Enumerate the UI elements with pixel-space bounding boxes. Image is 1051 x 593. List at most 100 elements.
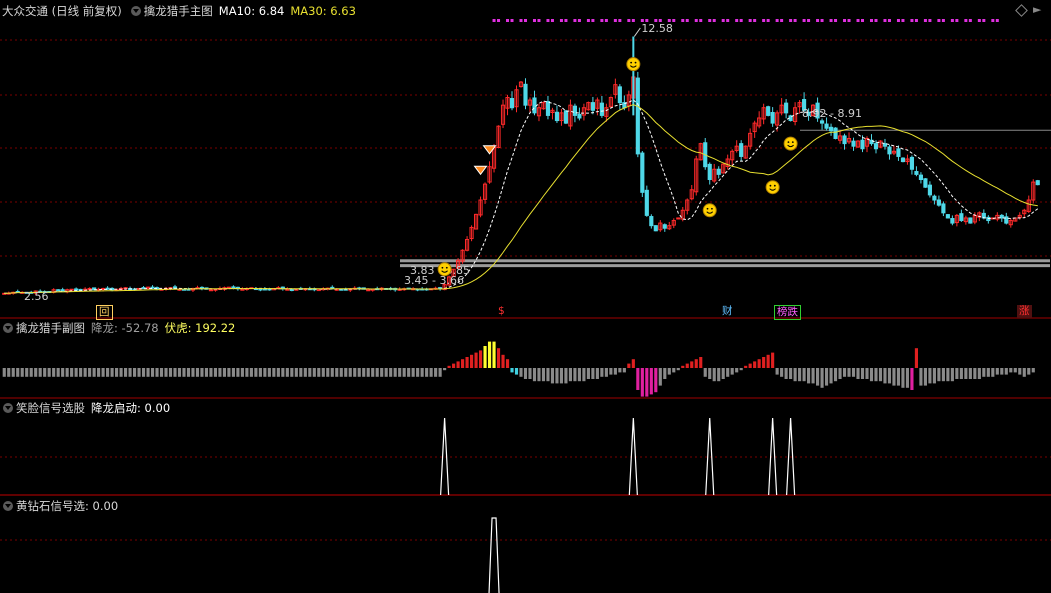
sub1-bar (838, 368, 842, 379)
candle-body (258, 288, 263, 291)
sub1-bar (550, 368, 555, 384)
signal-dot (982, 19, 986, 22)
sub1-bar (366, 368, 370, 377)
sub1-bar (726, 368, 730, 377)
sub1-bar (613, 368, 617, 375)
signal-dot (869, 19, 873, 22)
arrow-button-icon[interactable]: ► (1033, 4, 1041, 16)
sub3-dropdown-icon[interactable] (3, 501, 13, 511)
sub1-bar (150, 368, 155, 377)
sub1-bar (348, 368, 352, 377)
signal-dot (977, 19, 981, 22)
sub1-label1: 降龙: -52.78 (91, 321, 159, 335)
sub1-bar (177, 368, 182, 377)
sub1-bar (928, 368, 932, 384)
sub1-bar (357, 368, 361, 377)
sub1-bar (717, 368, 721, 382)
signal-dot (802, 19, 806, 22)
sub2-dropdown-icon[interactable] (3, 403, 13, 413)
candle-body (914, 171, 919, 175)
sub1-bar (856, 368, 860, 379)
sub1-bar (447, 365, 451, 368)
sub1-bar (258, 368, 262, 377)
sub1-bar (245, 368, 249, 377)
band-lower-label: 3.45 - 3.66 (404, 274, 464, 287)
event-mark-zhang[interactable]: 涨 (1017, 305, 1032, 318)
candle-body (635, 77, 640, 155)
sub1-bar (146, 368, 150, 377)
sub1-bar (20, 368, 24, 377)
candle-body (554, 111, 560, 122)
candle-body (932, 195, 937, 201)
smiley-eye (787, 141, 790, 144)
sub2-header: 笑脸信号选股 降龙启动: 0.00 (0, 400, 176, 416)
sub1-bar (869, 368, 874, 382)
candle-body (599, 102, 604, 116)
sub1-bar (645, 368, 649, 397)
candle-body (649, 216, 654, 227)
signal-dot (991, 19, 995, 22)
candle-body (1035, 180, 1040, 186)
sub1-bar (573, 368, 577, 382)
sub1-bar (70, 368, 74, 377)
event-mark-hui[interactable]: 回 (96, 305, 113, 320)
sub1-bar (833, 368, 838, 382)
sub1-bar (240, 368, 244, 377)
sub1-bar (294, 368, 298, 377)
sub1-bar (110, 368, 114, 377)
signal-dot (762, 19, 766, 22)
sub1-bar (676, 368, 680, 371)
signal-dot (807, 19, 811, 22)
event-mark-cai[interactable]: 财 (720, 305, 735, 318)
sub1-bar (236, 368, 240, 377)
stock-chart: 12.582.563.83 - 3.853.45 - 3.668.92 - 8.… (0, 19, 1051, 593)
sub1-bar (303, 368, 307, 377)
signal-dot (735, 19, 739, 22)
candle-body (959, 213, 964, 222)
sub1-bar (137, 368, 141, 377)
smiley-eye (773, 184, 776, 187)
sub1-bar (757, 359, 761, 368)
sub3-name[interactable]: 黄钻石信号选 (16, 498, 85, 514)
sub1-bar (83, 368, 87, 377)
indicator-dropdown-icon[interactable] (130, 6, 141, 16)
sub1-bar (434, 368, 438, 377)
smiley-eye (441, 266, 444, 269)
sub1-bar (586, 368, 590, 379)
candle-body (69, 288, 74, 291)
sub1-bar (762, 357, 766, 368)
signal-dot (492, 19, 496, 22)
event-mark-dollar[interactable]: $ (496, 305, 507, 318)
candle-body (707, 163, 712, 181)
sub1-bar (919, 368, 923, 386)
sub1-bar (564, 368, 568, 384)
sub1-bar (299, 368, 303, 377)
sub1-dropdown-icon[interactable] (3, 323, 13, 333)
sub1-bar (456, 361, 460, 368)
candle-body (662, 224, 667, 229)
sub1-bar (317, 368, 321, 377)
sub1-bar (2, 368, 6, 377)
sub1-bar (425, 368, 429, 377)
signal-dot (820, 19, 824, 22)
sub1-bar (532, 368, 537, 382)
signal-dot (995, 19, 999, 22)
event-mark-bangdie[interactable]: 榜跌 (774, 305, 801, 320)
sub1-bar (789, 368, 793, 379)
sub1-name[interactable]: 擒龙猎手副图 (16, 320, 85, 336)
signal-dot (721, 19, 725, 22)
sub1-bar (312, 368, 316, 377)
sub1-bar (56, 368, 60, 377)
sub2-name[interactable]: 笑脸信号选股 (16, 400, 85, 416)
signal-dot (883, 19, 887, 22)
indicator-name[interactable]: 擒龙猎手主图 (144, 3, 213, 19)
sub1-bar (483, 346, 487, 368)
sub1-bar (771, 352, 775, 368)
candle-body (819, 120, 825, 124)
candle-body (766, 106, 771, 116)
sub1-bar (654, 368, 658, 393)
signal-dot (631, 19, 635, 22)
sub1-bar (469, 354, 474, 368)
signal-dot (699, 19, 703, 22)
sub1-bar (977, 368, 981, 379)
